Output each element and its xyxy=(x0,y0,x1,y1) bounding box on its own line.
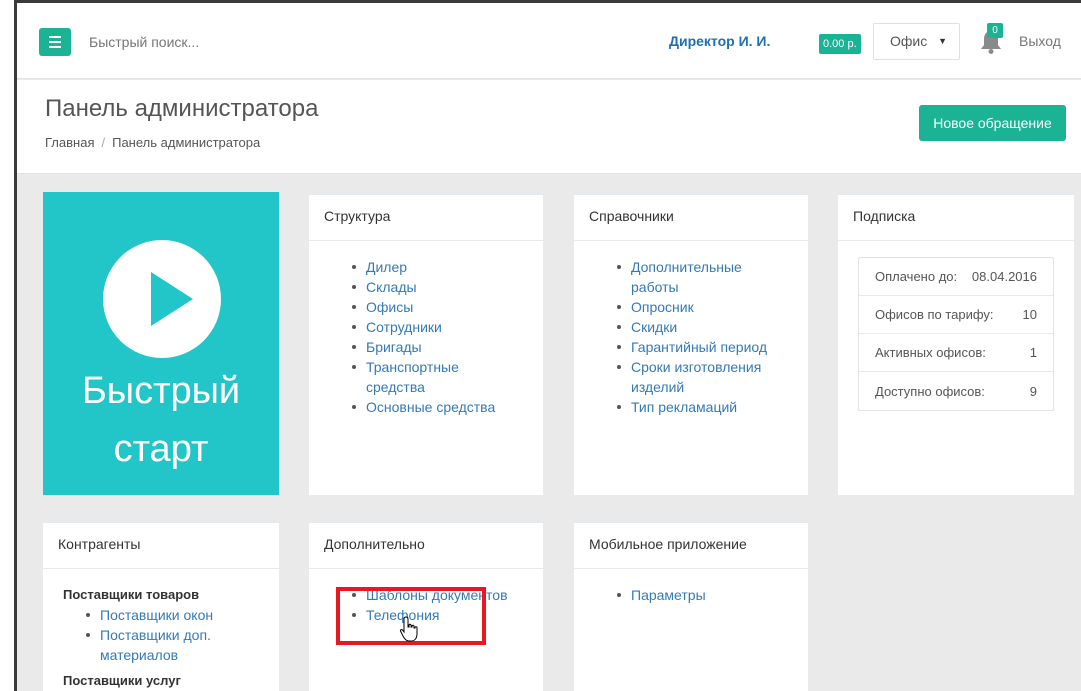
subscription-title: Подписка xyxy=(838,195,1074,241)
table-row: Офисов по тарифу: 10 xyxy=(859,296,1053,334)
list-item: Параметры xyxy=(617,585,808,605)
table-row: Оплачено до: 08.04.2016 xyxy=(859,258,1053,296)
caret-down-icon: ▼ xyxy=(938,36,947,46)
page-heading: Панель администратора Главная / Панель адм… xyxy=(17,80,1081,174)
mobile-app-panel: Мобильное приложение Параметры xyxy=(574,520,808,691)
additional-panel: Дополнительно Шаблоны документов Телефон… xyxy=(309,520,543,691)
structure-panel: Структура Дилер Склады Офисы Сотрудники … xyxy=(309,192,543,495)
list-item: Офисы xyxy=(352,297,543,317)
list-item: Скидки xyxy=(617,317,808,337)
goods-suppliers-list: Поставщики окон Поставщики доп. материал… xyxy=(43,605,279,665)
user-name-link[interactable]: Директор И. И. xyxy=(669,33,770,49)
list-item: Гарантийный период xyxy=(617,337,808,357)
list-item: Поставщики окон xyxy=(86,605,279,625)
mobile-app-list: Параметры xyxy=(574,569,808,605)
additional-title: Дополнительно xyxy=(309,523,543,569)
list-item: Поставщики доп. материалов xyxy=(86,625,228,665)
list-item: Бригады xyxy=(352,337,543,357)
subscription-panel: Подписка Оплачено до: 08.04.2016 Офисов п… xyxy=(838,192,1074,495)
list-item: Дилер xyxy=(352,257,543,277)
list-item: Тип рекламаций xyxy=(617,397,808,417)
menu-toggle-button[interactable] xyxy=(39,28,71,56)
subscription-table: Оплачено до: 08.04.2016 Офисов по тарифу:… xyxy=(858,257,1054,411)
directories-panel: Справочники Дополнительные работы Опросн… xyxy=(574,192,808,495)
page-title: Панель администратора xyxy=(45,95,319,122)
top-navbar: Директор И. И. 0.00 р. Офис ▼ 0 Выход xyxy=(17,3,1081,79)
directories-title: Справочники xyxy=(574,195,808,241)
new-ticket-button[interactable]: Новое обращение xyxy=(919,105,1066,141)
additional-list: Шаблоны документов Телефония xyxy=(309,569,543,625)
logout-link[interactable]: Выход xyxy=(1019,33,1061,49)
link-warehouses[interactable]: Склады xyxy=(366,279,417,295)
list-item: Опросник xyxy=(617,297,808,317)
structure-list: Дилер Склады Офисы Сотрудники Бригады Тр… xyxy=(309,241,543,417)
search-input[interactable] xyxy=(89,31,389,53)
group-label-service-suppliers: Поставщики услуг xyxy=(63,673,181,688)
breadcrumb-current: Панель администратора xyxy=(112,135,261,150)
link-document-templates[interactable]: Шаблоны документов xyxy=(366,587,508,603)
app-window: Директор И. И. 0.00 р. Офис ▼ 0 Выход Па… xyxy=(14,0,1081,691)
link-window-suppliers[interactable]: Поставщики окон xyxy=(100,607,213,623)
link-extra-works[interactable]: Дополнительные работы xyxy=(631,259,742,295)
office-select[interactable]: Офис ▼ xyxy=(873,23,960,60)
link-warranty[interactable]: Гарантийный период xyxy=(631,339,767,355)
link-vehicles[interactable]: Транспортные средства xyxy=(366,359,459,395)
link-employees[interactable]: Сотрудники xyxy=(366,319,442,335)
link-production-times[interactable]: Сроки изготовления изделий xyxy=(631,359,761,395)
link-questionnaire[interactable]: Опросник xyxy=(631,299,694,315)
link-offices[interactable]: Офисы xyxy=(366,299,413,315)
hamburger-icon xyxy=(49,36,61,38)
quick-start-tile[interactable]: Быстрый старт xyxy=(43,192,279,495)
office-select-value: Офис xyxy=(890,33,928,49)
list-item: Сотрудники xyxy=(352,317,543,337)
list-item: Телефония xyxy=(352,605,543,625)
contractors-title: Контрагенты xyxy=(43,523,279,569)
list-item: Транспортные средства xyxy=(352,357,504,397)
link-dealer[interactable]: Дилер xyxy=(366,259,407,275)
play-icon xyxy=(103,240,221,358)
quick-start-label: Быстрый старт xyxy=(81,370,241,470)
directories-list: Дополнительные работы Опросник Скидки Га… xyxy=(574,241,808,417)
balance-badge: 0.00 р. xyxy=(819,34,861,54)
list-item: Сроки изготовления изделий xyxy=(617,357,784,397)
breadcrumb: Главная / Панель администратора xyxy=(45,135,261,150)
link-complaint-types[interactable]: Тип рекламаций xyxy=(631,399,737,415)
list-item: Дополнительные работы xyxy=(617,257,769,297)
list-item: Основные средства xyxy=(352,397,543,417)
link-telephony[interactable]: Телефония xyxy=(366,607,439,623)
list-item: Склады xyxy=(352,277,543,297)
contractors-panel: Контрагенты Поставщики товаров Поставщик… xyxy=(43,520,279,691)
table-row: Активных офисов: 1 xyxy=(859,334,1053,372)
structure-title: Структура xyxy=(309,195,543,241)
breadcrumb-home[interactable]: Главная xyxy=(45,135,94,150)
link-materials-suppliers[interactable]: Поставщики доп. материалов xyxy=(100,627,211,663)
link-teams[interactable]: Бригады xyxy=(366,339,422,355)
link-discounts[interactable]: Скидки xyxy=(631,319,677,335)
link-fixed-assets[interactable]: Основные средства xyxy=(366,399,495,415)
table-row: Доступно офисов: 9 xyxy=(875,383,1037,399)
list-item: Шаблоны документов xyxy=(352,585,543,605)
link-parameters[interactable]: Параметры xyxy=(631,587,706,603)
mobile-app-title: Мобильное приложение xyxy=(574,523,808,569)
group-label-goods-suppliers: Поставщики товаров xyxy=(63,587,200,602)
notifications-badge: 0 xyxy=(987,23,1003,38)
